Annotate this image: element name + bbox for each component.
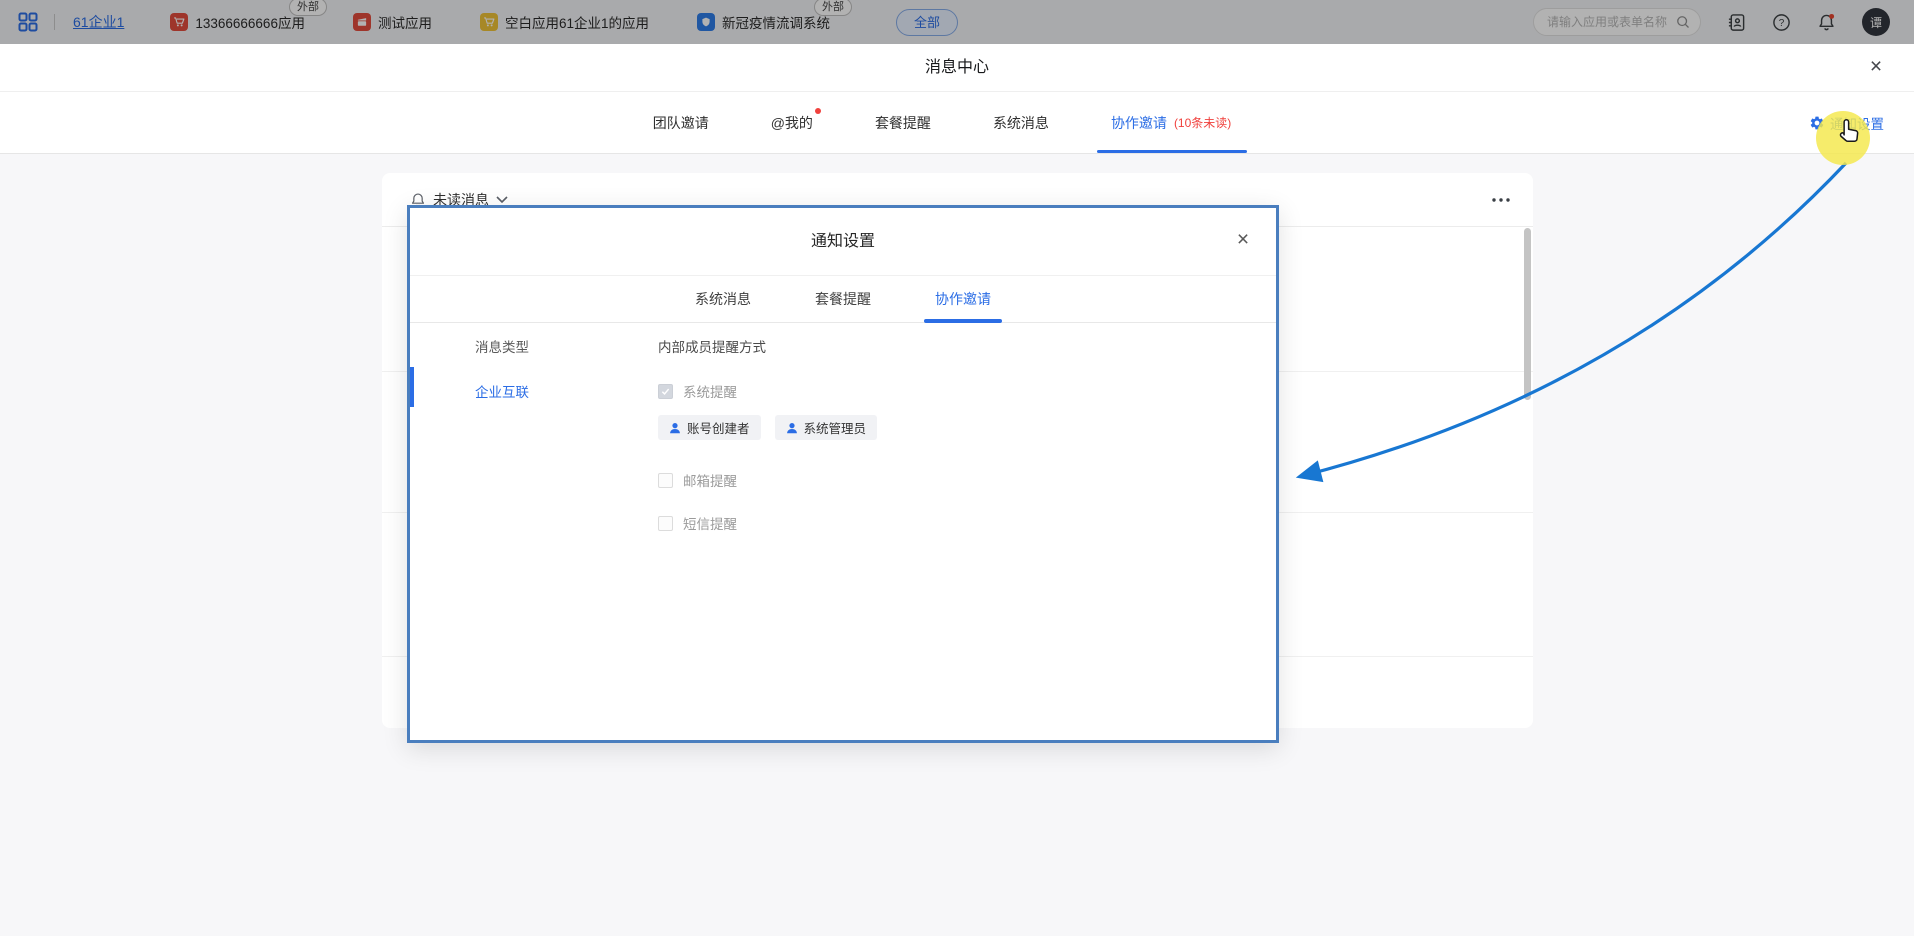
checkbox-sms-remind[interactable] (658, 516, 673, 531)
app-item-blank[interactable]: 空白应用61企业1的应用 (480, 12, 649, 32)
remind-method-header: 内部成员提醒方式 (658, 336, 766, 356)
page-title: 消息中心 (0, 44, 1914, 92)
top-app-bar: 61企业1 13366666666应用 外部 测试应用 空白应用61企业1的应用… (0, 0, 1914, 44)
check-icon (660, 386, 671, 397)
person-icon (669, 422, 681, 434)
topbar-divider (54, 14, 55, 30)
tab-team-invite[interactable]: 团队邀请 (653, 92, 709, 153)
checkbox-email-remind[interactable] (658, 473, 673, 488)
clapperboard-icon (353, 13, 371, 31)
tab-plan-reminder[interactable]: 套餐提醒 (875, 92, 931, 153)
notifications-bell-icon[interactable] (1817, 13, 1836, 32)
cart-icon (480, 13, 498, 31)
notification-settings-modal: 通知设置 × 系统消息 套餐提醒 协作邀请 消息类型 企业互联 内部成员提醒方式… (407, 205, 1279, 743)
workspace-link[interactable]: 61企业1 (73, 12, 124, 32)
shield-icon (697, 13, 715, 31)
modal-body: 消息类型 企业互联 内部成员提醒方式 系统提醒 账号创建者 系统管理员 (410, 323, 1276, 738)
app-item-1336[interactable]: 13366666666应用 外部 (170, 12, 305, 32)
modal-close-button[interactable]: × (1228, 226, 1258, 256)
svg-text:?: ? (1779, 17, 1785, 28)
tag-system-admin: 系统管理员 (775, 415, 878, 440)
contacts-icon[interactable] (1727, 13, 1746, 32)
user-avatar[interactable]: 谭 (1862, 8, 1890, 36)
app-label: 测试应用 (378, 12, 432, 32)
option-email-remind[interactable]: 邮箱提醒 (658, 470, 737, 490)
notification-settings-button[interactable]: 通知设置 (1809, 92, 1884, 154)
recipient-tags: 账号创建者 系统管理员 (658, 415, 877, 440)
option-sms-remind[interactable]: 短信提醒 (658, 513, 737, 533)
active-item-indicator (410, 367, 414, 407)
topbar-right: ? 谭 (1533, 8, 1890, 36)
tag-account-creator: 账号创建者 (658, 415, 761, 440)
app-label: 新冠疫情流调系统 (722, 12, 830, 32)
message-center-header: 消息中心 × (0, 44, 1914, 92)
more-actions-button[interactable] (1491, 197, 1511, 203)
search-input[interactable] (1547, 15, 1676, 29)
app-grid-icon[interactable] (18, 12, 38, 32)
external-badge: 外部 (289, 0, 327, 16)
scrollbar-thumb[interactable] (1524, 228, 1531, 400)
modal-header: 通知设置 × (410, 208, 1276, 276)
modal-tab-collab-invite[interactable]: 协作邀请 (935, 276, 991, 322)
unread-dot (815, 108, 821, 114)
modal-tab-system-message[interactable]: 系统消息 (695, 276, 751, 322)
tab-collab-invite[interactable]: 协作邀请 (10条未读) (1111, 92, 1231, 153)
app-label: 空白应用61企业1的应用 (505, 12, 649, 32)
app-label: 13366666666应用 (195, 12, 305, 32)
gear-icon (1809, 115, 1825, 131)
help-icon[interactable]: ? (1772, 13, 1791, 32)
tab-mentions[interactable]: @我的 (771, 92, 813, 153)
app-search[interactable] (1533, 8, 1701, 36)
message-center-close-button[interactable]: × (1862, 54, 1890, 82)
checkbox-system-remind (658, 384, 673, 399)
all-apps-pill[interactable]: 全部 (896, 9, 958, 36)
external-badge: 外部 (814, 0, 852, 16)
chevron-down-icon (496, 196, 508, 204)
message-type-header: 消息类型 (475, 336, 529, 356)
unread-count: (10条未读) (1174, 114, 1231, 131)
search-icon (1676, 15, 1690, 29)
app-item-test[interactable]: 测试应用 (353, 12, 432, 32)
modal-tab-plan-reminder[interactable]: 套餐提醒 (815, 276, 871, 322)
tab-system-message[interactable]: 系统消息 (993, 92, 1049, 153)
app-item-covid[interactable]: 新冠疫情流调系统 外部 (697, 12, 830, 32)
sidebar-item-enterprise-link[interactable]: 企业互联 (475, 381, 529, 401)
cart-icon (170, 13, 188, 31)
message-center-tabs: 团队邀请 @我的 套餐提醒 系统消息 协作邀请 (10条未读) 通知设置 (0, 92, 1914, 154)
option-system-remind: 系统提醒 (658, 381, 737, 401)
settings-button-label: 通知设置 (1830, 113, 1884, 133)
modal-title: 通知设置 (410, 208, 1276, 276)
modal-tabs: 系统消息 套餐提醒 协作邀请 (410, 276, 1276, 323)
person-icon (786, 422, 798, 434)
